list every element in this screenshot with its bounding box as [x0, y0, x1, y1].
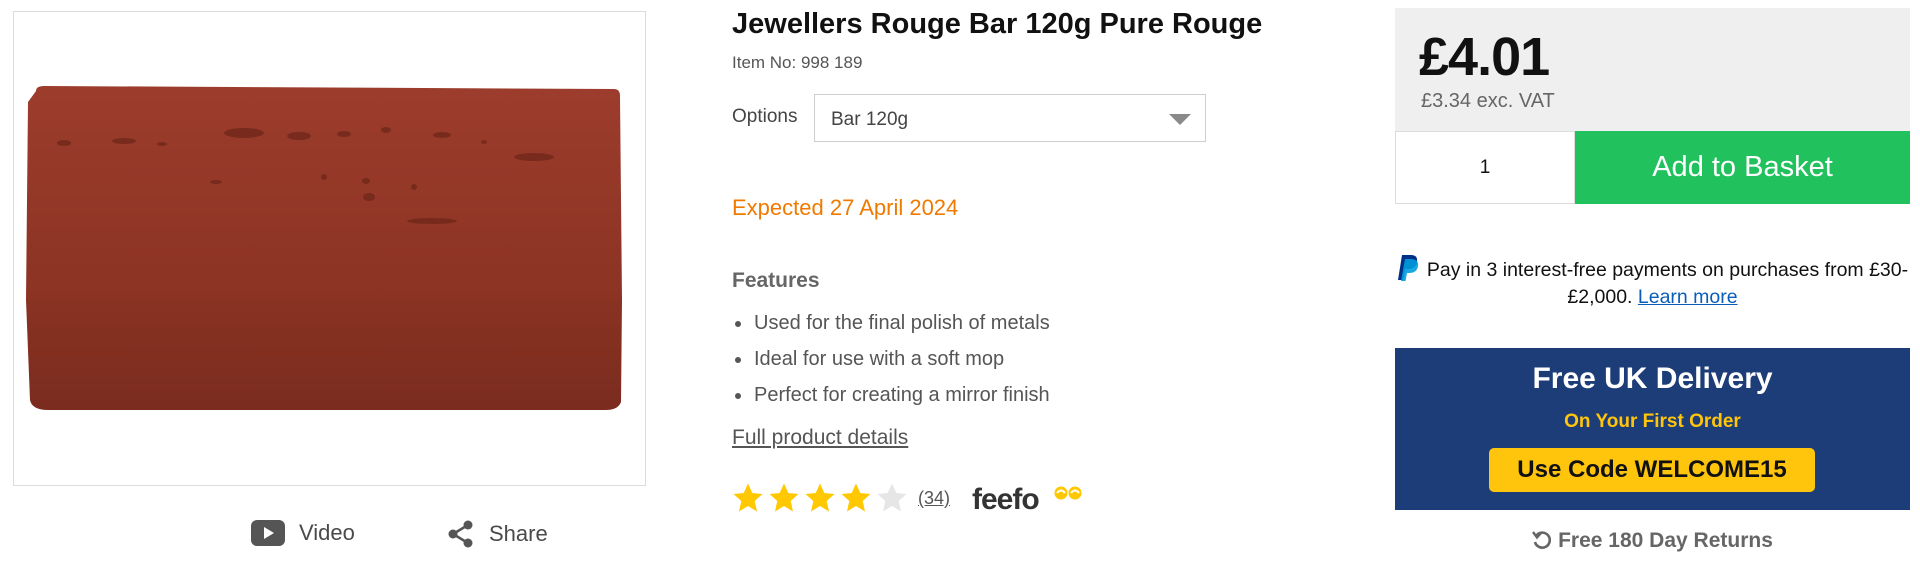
price-box: £4.01 £3.34 exc. VAT — [1395, 8, 1910, 131]
media-row: Video Share — [0, 520, 660, 560]
price: £4.01 — [1419, 27, 1550, 87]
promo-subtitle: On Your First Order — [1564, 411, 1741, 432]
options-label: Options — [732, 106, 798, 127]
feefo-logo[interactable]: feefo — [972, 483, 1092, 517]
feefo-eyes-icon — [1054, 486, 1082, 500]
feature-item: Perfect for creating a mirror finish — [732, 380, 1050, 416]
video-button[interactable]: Video — [251, 520, 355, 546]
star-filled-icon — [805, 483, 835, 512]
product-image-frame[interactable] — [13, 11, 646, 486]
share-button[interactable]: Share — [447, 520, 548, 548]
product-image — [26, 86, 622, 410]
feature-item: Ideal for use with a soft mop — [732, 344, 1050, 380]
price-ex-vat: £3.34 exc. VAT — [1421, 90, 1555, 112]
features-list: Used for the final polish of metals Idea… — [732, 308, 1050, 416]
share-icon — [448, 520, 473, 548]
item-number: Item No: 998 189 — [732, 53, 863, 72]
full-product-details-link[interactable]: Full product details — [732, 426, 908, 450]
feefo-logo-text: feefo — [972, 483, 1040, 516]
star-filled-icon — [841, 483, 871, 512]
review-count-link[interactable]: (34) — [918, 488, 950, 509]
options-selected-value: Bar 120g — [831, 109, 909, 130]
star-empty-icon — [877, 483, 907, 512]
expected-date: Expected 27 April 2024 — [732, 195, 959, 220]
star-rating[interactable] — [732, 482, 908, 514]
rating-row: (34) feefo — [732, 480, 1092, 516]
features-heading: Features — [732, 269, 820, 292]
quantity-input[interactable] — [1395, 131, 1575, 204]
returns-icon — [1532, 531, 1552, 549]
promo-code-badge: Use Code WELCOME15 — [1489, 448, 1815, 492]
paypal-message: Pay in 3 interest-free payments on purch… — [1395, 254, 1910, 311]
video-label: Video — [299, 520, 355, 545]
chevron-down-icon — [1169, 114, 1191, 125]
options-dropdown[interactable]: Bar 120g — [814, 94, 1206, 142]
add-to-basket-button[interactable]: Add to Basket — [1575, 131, 1910, 204]
share-label: Share — [489, 521, 548, 546]
learn-more-link[interactable]: Learn more — [1638, 286, 1738, 308]
promo-banner[interactable]: Free UK Delivery On Your First Order Use… — [1395, 348, 1910, 510]
returns-info: Free 180 Day Returns — [1395, 529, 1910, 553]
promo-title: Free UK Delivery — [1532, 362, 1773, 395]
returns-label: Free 180 Day Returns — [1558, 529, 1773, 552]
paypal-icon — [1397, 255, 1418, 281]
star-filled-icon — [733, 483, 763, 512]
feature-item: Used for the final polish of metals — [732, 308, 1050, 344]
video-icon — [251, 520, 285, 546]
star-filled-icon — [769, 483, 799, 512]
product-title: Jewellers Rouge Bar 120g Pure Rouge — [732, 8, 1263, 40]
